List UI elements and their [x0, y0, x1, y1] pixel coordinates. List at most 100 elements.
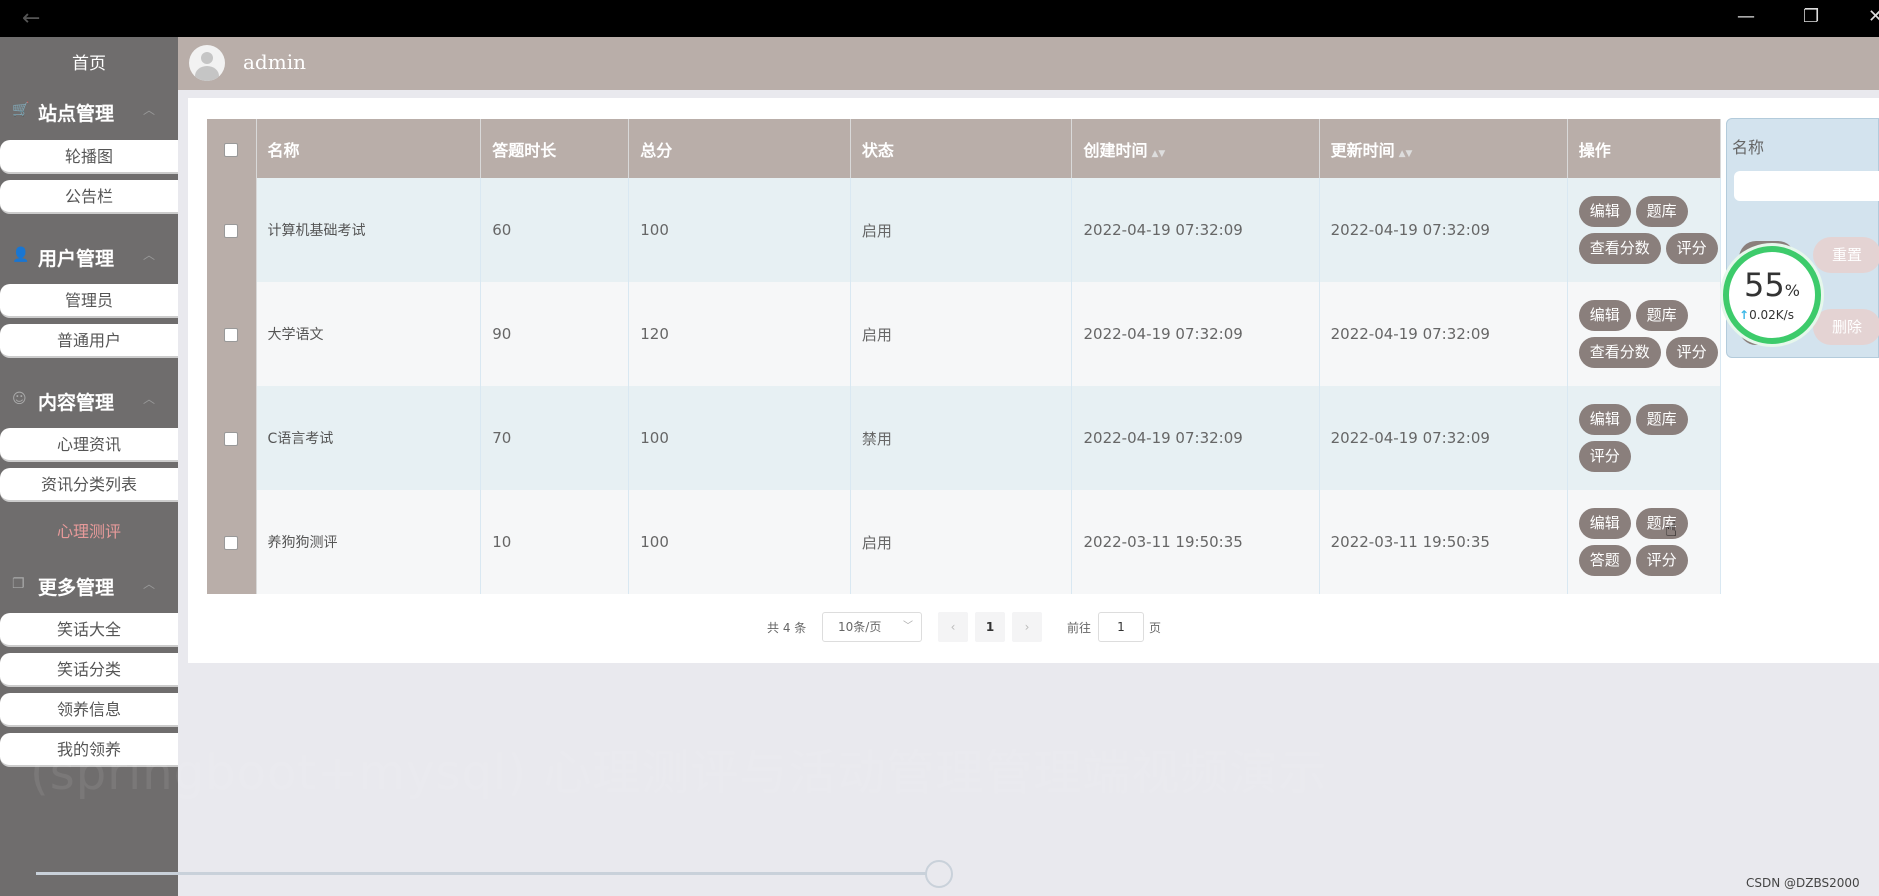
sidebar-item-psych-news[interactable]: 心理资讯 — [0, 428, 178, 462]
video-progress-knob[interactable] — [925, 860, 953, 888]
question-bank-button[interactable]: 题库 — [1635, 300, 1688, 331]
edit-button[interactable]: 编辑 — [1578, 196, 1631, 227]
cell-created: 2022-04-19 07:32:09 — [1071, 386, 1320, 490]
edit-button[interactable]: 编辑 — [1578, 300, 1631, 331]
network-speed-widget[interactable]: 55% ↑0.02K/s — [1723, 246, 1821, 344]
cell-updated: 2022-04-19 07:32:09 — [1319, 386, 1568, 490]
cell-updated: 2022-03-11 19:50:35 — [1319, 490, 1568, 594]
sidebar-group-site[interactable]: 🛒 站点管理 ︿ — [0, 92, 178, 132]
cell-total: 100 — [628, 386, 851, 490]
sidebar-group-user[interactable]: 👤 用户管理 ︿ — [0, 237, 178, 277]
sidebar-item-psych-test[interactable]: 心理测评 — [0, 515, 178, 549]
row-checkbox[interactable] — [224, 223, 239, 238]
sort-icon[interactable]: ▲▼ — [1399, 149, 1413, 159]
sidebar-item-news-category[interactable]: 资讯分类列表 — [0, 468, 178, 502]
sidebar-group-label: 更多管理 — [38, 577, 115, 599]
sidebar-item-admin[interactable]: 管理员 — [0, 284, 178, 318]
grade-button[interactable]: 评分 — [1635, 545, 1688, 576]
edit-button[interactable]: 编辑 — [1578, 508, 1631, 539]
speed-percent-value: 55 — [1744, 266, 1785, 304]
goto-page-input[interactable]: 1 — [1098, 612, 1144, 642]
cell-name: C语言考试 — [256, 386, 482, 490]
sidebar-group-content[interactable]: ☺ 内容管理 ︿ — [0, 381, 178, 421]
next-page-button[interactable]: › — [1012, 612, 1042, 642]
grade-button[interactable]: 评分 — [1665, 337, 1718, 368]
cell-actions: 编辑 题库 查看分数 评分 — [1567, 178, 1722, 282]
avatar-body — [195, 66, 219, 81]
select-all-cell — [207, 119, 257, 178]
avatar[interactable] — [189, 45, 225, 81]
close-icon[interactable]: ✕ — [1868, 6, 1879, 27]
sidebar-item-notice[interactable]: 公告栏 — [0, 180, 178, 214]
row-checkbox[interactable] — [224, 535, 239, 550]
restore-icon[interactable]: ❐ — [1803, 6, 1819, 27]
table-row: 养狗狗测评 10 100 启用 2022-03-11 19:50:35 2022… — [207, 490, 1722, 594]
col-created-label: 创建时间 — [1083, 140, 1148, 160]
window-titlebar: ← — ❐ ✕ — [0, 0, 1879, 43]
row-checkbox[interactable] — [224, 431, 239, 446]
question-bank-button[interactable]: 题库 — [1635, 404, 1688, 435]
col-updated[interactable]: 更新时间 ▲▼ — [1319, 119, 1568, 178]
sidebar-item-jokes[interactable]: 笑话大全 — [0, 613, 178, 647]
upload-arrow-icon: ↑ — [1739, 308, 1750, 322]
col-duration: 答题时长 — [480, 119, 630, 178]
cell-total: 100 — [628, 490, 851, 594]
select-all-checkbox[interactable] — [224, 142, 239, 157]
grade-button[interactable]: 评分 — [1578, 441, 1631, 472]
view-score-button[interactable]: 查看分数 — [1578, 337, 1661, 368]
speed-rate: ↑0.02K/s — [1739, 308, 1794, 322]
sidebar-item-home[interactable]: 首页 — [0, 49, 178, 74]
sidebar-group-more[interactable]: ❐ 更多管理 ︿ — [0, 566, 178, 606]
edit-button[interactable]: 编辑 — [1578, 404, 1631, 435]
sidebar-item-joke-category[interactable]: 笑话分类 — [0, 653, 178, 687]
row-select-cell — [207, 178, 257, 282]
col-updated-label: 更新时间 — [1330, 140, 1395, 160]
chevron-up-icon: ︿ — [143, 577, 156, 591]
table-row: C语言考试 70 100 禁用 2022-04-19 07:32:09 2022… — [207, 386, 1722, 490]
sort-icon[interactable]: ▲▼ — [1152, 149, 1166, 159]
cell-total: 100 — [628, 178, 851, 282]
name-search-input[interactable] — [1734, 171, 1879, 201]
copy-icon: ❐ — [12, 576, 25, 592]
username: admin — [243, 50, 306, 74]
col-created[interactable]: 创建时间 ▲▼ — [1071, 119, 1320, 178]
cell-updated: 2022-04-19 07:32:09 — [1319, 178, 1568, 282]
page-size-select[interactable]: 10条/页 ﹀ — [822, 612, 922, 642]
chevron-up-icon: ︿ — [143, 392, 156, 406]
cell-created: 2022-03-11 19:50:35 — [1071, 490, 1320, 594]
grade-button[interactable]: 评分 — [1665, 233, 1718, 264]
video-watermark: (springboot+mysql) 心理测评与活动管理管理端视频演示 — [30, 745, 1328, 801]
chevron-down-icon: ﹀ — [903, 621, 913, 632]
sidebar-group-label: 内容管理 — [38, 392, 115, 414]
table-row: 计算机基础考试 60 100 启用 2022-04-19 07:32:09 20… — [207, 178, 1722, 282]
cart-icon: 🛒 — [12, 102, 30, 118]
col-status: 状态 — [850, 119, 1073, 178]
prev-page-button[interactable]: ‹ — [938, 612, 968, 642]
answer-button[interactable]: 答题 — [1578, 545, 1631, 576]
question-bank-button[interactable]: 题库 — [1635, 508, 1688, 539]
back-arrow-icon[interactable]: ← — [22, 6, 40, 31]
table-header-row: 名称 答题时长 总分 状态 创建时间 ▲▼ 更新时间 ▲▼ 操作 — [207, 119, 1722, 178]
cell-actions: 编辑 题库 查看分数 评分 — [1567, 282, 1722, 386]
cell-duration: 60 — [480, 178, 630, 282]
row-checkbox[interactable] — [224, 327, 239, 342]
page-number[interactable]: 1 — [975, 612, 1005, 642]
pagination-total: 共 4 条 — [767, 621, 807, 635]
minimize-icon[interactable]: — — [1737, 6, 1755, 27]
sidebar-item-carousel[interactable]: 轮播图 — [0, 140, 178, 174]
view-score-button[interactable]: 查看分数 — [1578, 233, 1661, 264]
speed-percent: 55% — [1744, 266, 1800, 304]
question-bank-button[interactable]: 题库 — [1635, 196, 1688, 227]
sidebar-item-adoption-info[interactable]: 领养信息 — [0, 693, 178, 727]
reset-button[interactable]: 重置 — [1813, 237, 1879, 273]
sidebar-item-users[interactable]: 普通用户 — [0, 324, 178, 358]
col-name: 名称 — [256, 119, 482, 178]
top-header: admin — [178, 37, 1879, 90]
video-progress-track[interactable] — [36, 872, 940, 875]
delete-button[interactable]: 删除 — [1813, 309, 1879, 345]
cell-name: 养狗狗测评 — [256, 490, 482, 594]
row-select-cell — [207, 490, 257, 594]
cell-name: 大学语文 — [256, 282, 482, 386]
avatar-head — [201, 52, 213, 64]
row-select-cell — [207, 282, 257, 386]
